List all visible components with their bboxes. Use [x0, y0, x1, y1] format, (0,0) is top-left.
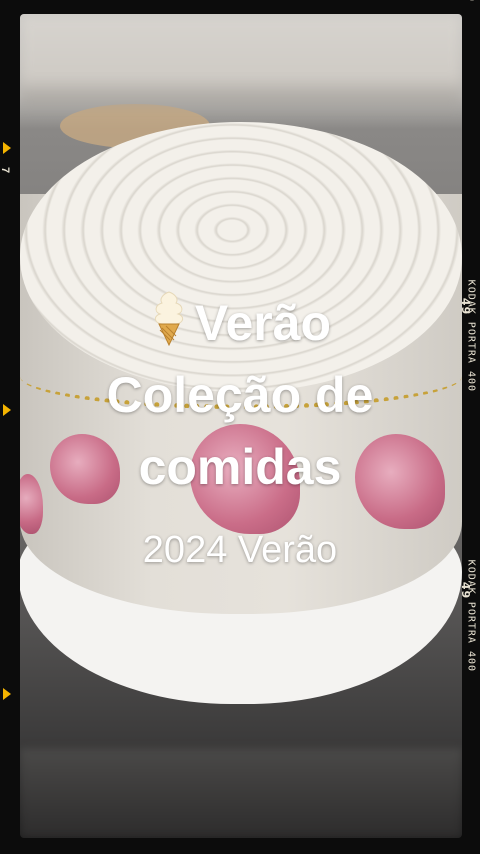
- title-line-3: comidas: [138, 439, 342, 495]
- title-text-verao: Verão: [194, 295, 332, 351]
- title-overlay: Verão Coleção de comidas: [0, 290, 480, 503]
- film-brand-label: KODAK PORTRA 400: [465, 559, 476, 672]
- soft-serve-ice-cream-icon: [149, 290, 189, 359]
- film-frame-triangle-icon: [3, 688, 11, 700]
- film-frame: 7 KODAK PORTRA 400 49 KODAK PORTRA 400 4…: [0, 0, 480, 854]
- photo-bottom-blur: [20, 748, 462, 838]
- subtitle: 2024 Verão: [142, 529, 338, 571]
- photo-top-blur: [20, 14, 462, 104]
- title-line-2: Coleção de: [106, 367, 374, 423]
- film-brand-label: KODAK PORTRA 400: [465, 0, 476, 2]
- frame-number-left: 7: [0, 166, 12, 174]
- film-frame-triangle-icon: [3, 142, 11, 154]
- title-line-1: Verão: [0, 290, 480, 359]
